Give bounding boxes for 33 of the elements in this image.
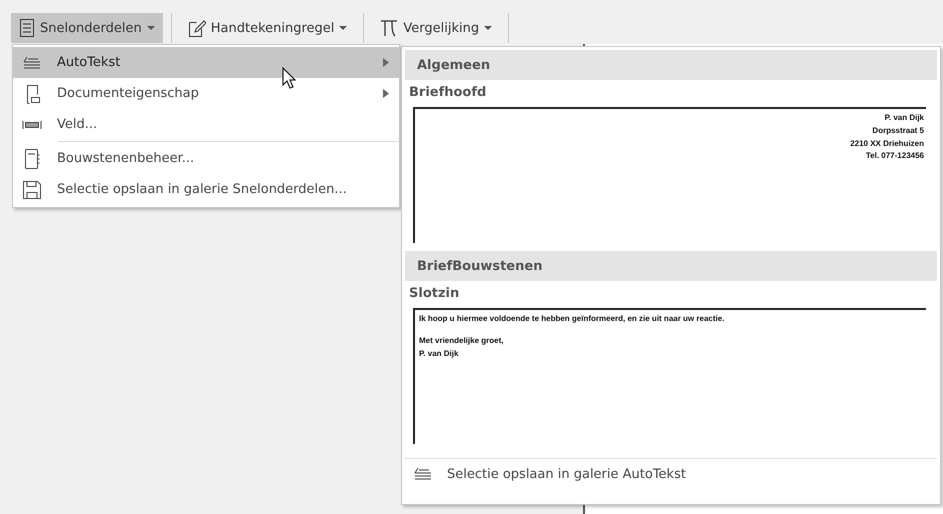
menu-item[interactable]: Selectie opslaan in galerie Snelonderdelen... [13,174,399,205]
field-icon [21,120,43,130]
menu-item[interactable]: Selectie opslaan in galerie AutoTekst [405,459,937,489]
menu-item[interactable]: Documenteigenschap [13,78,399,109]
menu-item[interactable]: AutoTekst [13,47,399,78]
pi-icon [380,19,398,37]
caret-icon [484,26,492,30]
entry-name: Briefhoofd [408,84,488,102]
menu-item[interactable]: Bouwstenenbeheer... [13,143,399,174]
entry-name: Slotzin [408,285,460,303]
entry-preview[interactable]: Ik hoop u hiermee voldoende te hebben geïnformeerd, en zie uit naar uw reactie. Met vriendelijke groet, P. van Dijk [413,308,926,444]
ribbon-button[interactable]: Handtekeningregel [180,13,356,43]
caret-icon [146,26,155,30]
preview-text: 2210 XX Driehuizen [850,138,924,150]
entry-preview[interactable]: P. van Dijk Dorpsstraat 5 2210 XX Driehuizen Tel. 077-123456 [413,107,926,243]
preview-text: Tel. 077-123456 [866,150,924,162]
ribbon-button[interactable]: Vergelijking [372,13,500,43]
menu-item[interactable]: Veld... [13,109,399,140]
save-icon [21,180,43,198]
mouse-cursor-icon [282,67,296,89]
preview-text: Dorpsstraat 5 [872,124,924,137]
ribbon-button[interactable]: Snelonderdelen [11,13,163,43]
caret-icon [339,26,348,30]
preview-text: Met vriendelijke groet, [419,334,504,347]
preview-text: Ik hoop u hiermee voldoende te hebben geïnformeerd, en zie uit naar uw reactie. [419,313,724,325]
group-heading: Algemeen [405,50,937,80]
document-icon [19,19,35,37]
preview-text: P. van Dijk [419,348,458,360]
text-lines-icon [21,56,43,70]
group-heading: BriefBouwstenen [405,251,937,281]
text-lines-icon [413,467,433,481]
preview-text: P. van Dijk [884,112,924,124]
pen-document-icon [188,19,206,37]
